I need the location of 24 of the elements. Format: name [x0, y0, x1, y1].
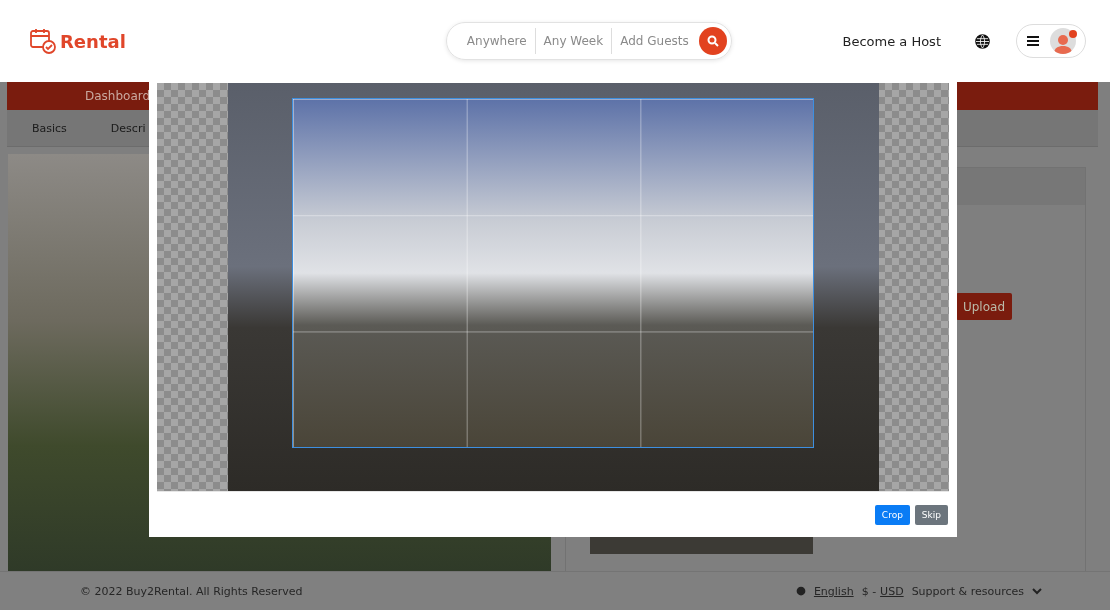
- crop-selection[interactable]: [292, 98, 814, 448]
- avatar-icon: [1049, 28, 1076, 55]
- crop-button[interactable]: Crop: [874, 504, 910, 525]
- search-segment[interactable]: Anywhere: [458, 28, 535, 55]
- search-icon: [706, 35, 719, 48]
- search-button[interactable]: [698, 27, 727, 56]
- user-menu-button[interactable]: [1016, 24, 1086, 59]
- chevron-down-icon[interactable]: [1032, 587, 1042, 596]
- tab[interactable]: Basics: [32, 121, 67, 135]
- become-host-link[interactable]: Become a Host: [842, 33, 941, 49]
- skip-button[interactable]: Skip: [914, 504, 948, 525]
- upload-button[interactable]: Upload: [956, 293, 1012, 321]
- currency-link[interactable]: USD: [880, 584, 904, 598]
- currency-symbol: $ -: [861, 584, 877, 598]
- logo-text[interactable]: Rental: [60, 30, 126, 52]
- copyright-text: © 2022 Buy2Rental. All Rights Reserved: [80, 584, 303, 598]
- calendar-check-icon: [30, 28, 58, 55]
- search-segment[interactable]: Any Week: [534, 28, 612, 55]
- language-link[interactable]: English: [813, 584, 854, 598]
- dashboard-link[interactable]: Dashboard: [85, 88, 151, 103]
- support-link[interactable]: Support & resources: [911, 584, 1024, 598]
- search-segment[interactable]: Add Guests: [611, 28, 697, 55]
- menu-icon: [1026, 36, 1039, 47]
- tab[interactable]: Descri: [110, 121, 146, 135]
